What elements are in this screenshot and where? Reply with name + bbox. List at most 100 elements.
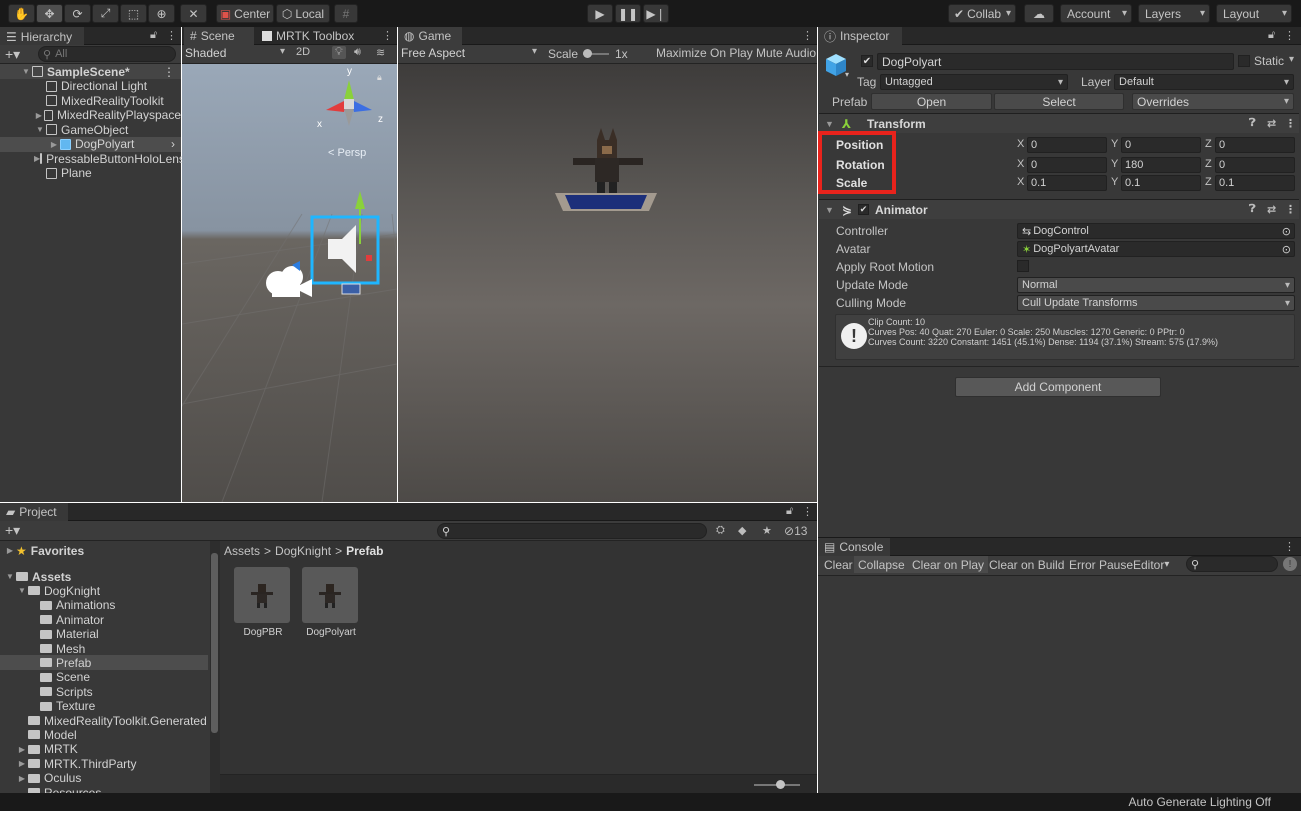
prefab-overrides-dropdown[interactable]: Overrides bbox=[1132, 93, 1294, 110]
scale-x-field[interactable]: 0.1 bbox=[1027, 175, 1107, 191]
rotation-x-axis-label[interactable]: X bbox=[1017, 158, 1024, 170]
project-tree-item[interactable]: ▶ ★ Favorites bbox=[0, 543, 208, 558]
console-clear-on-play-button[interactable]: Clear on Play bbox=[908, 556, 989, 573]
position-x-axis-label[interactable]: X bbox=[1017, 138, 1024, 150]
scale-z-axis-label[interactable]: Z bbox=[1205, 176, 1212, 188]
project-tree-item[interactable]: Animations bbox=[0, 598, 208, 613]
console-clear-button[interactable]: Clear bbox=[820, 556, 857, 573]
scene-viewport[interactable]: y x z 🔒︎ < Persp bbox=[182, 64, 397, 502]
hierarchy-item[interactable]: MixedRealityToolkit bbox=[0, 93, 181, 108]
account-dropdown[interactable]: Account bbox=[1060, 4, 1132, 23]
console-search-input[interactable]: ⚲ bbox=[1186, 556, 1278, 572]
layers-dropdown[interactable]: Layers bbox=[1138, 4, 1210, 23]
maximize-on-play-toggle[interactable]: Maximize On Play bbox=[656, 46, 753, 60]
error-info-icon[interactable]: ! bbox=[1283, 557, 1297, 571]
project-tree-item[interactable]: ▼ DogKnight bbox=[0, 583, 208, 598]
move-tool-button[interactable]: ✥ bbox=[36, 4, 63, 23]
kebab-menu-icon[interactable]: ⋮ bbox=[802, 505, 813, 518]
pause-button[interactable]: ❚❚ bbox=[615, 4, 641, 23]
scale-z-field[interactable]: 0.1 bbox=[1215, 175, 1295, 191]
label-icon[interactable]: ◆ bbox=[738, 524, 746, 537]
static-checkbox[interactable] bbox=[1238, 55, 1250, 67]
hidden-packages-toggle[interactable]: ⊘13 bbox=[784, 524, 807, 538]
console-error-pause-button[interactable]: Error Pause bbox=[1065, 556, 1137, 573]
space-local-button[interactable]: ⬡ Local bbox=[276, 4, 330, 23]
shading-dropdown[interactable]: Shaded bbox=[185, 46, 289, 62]
hierarchy-item[interactable]: ▼ SampleScene* ⋮ bbox=[0, 64, 181, 79]
object-picker-icon[interactable]: ⊙ bbox=[1282, 243, 1291, 256]
play-button[interactable]: ▶ bbox=[587, 4, 613, 23]
layer-dropdown[interactable]: Default bbox=[1114, 74, 1294, 90]
console-editor-button[interactable]: Editor ▾ bbox=[1129, 556, 1173, 573]
transform-tool-button[interactable]: ⊕ bbox=[148, 4, 175, 23]
effects-icon[interactable]: ≋ bbox=[376, 46, 385, 59]
scale-x-axis-label[interactable]: X bbox=[1017, 176, 1024, 188]
tab-game[interactable]: ◍ Game bbox=[398, 27, 462, 45]
tag-dropdown[interactable]: Untagged bbox=[880, 74, 1068, 90]
project-tree-item[interactable]: Material bbox=[0, 627, 208, 642]
rotation-y-axis-label[interactable]: Y bbox=[1111, 158, 1118, 170]
active-checkbox[interactable]: ✔ bbox=[861, 55, 873, 67]
tab-project[interactable]: ▰ Project bbox=[0, 503, 68, 521]
tree-arrow-icon[interactable]: ▶ bbox=[16, 774, 28, 783]
scale-slider-thumb[interactable] bbox=[583, 49, 592, 58]
kebab-menu-icon[interactable]: ⋮ bbox=[1284, 29, 1295, 42]
preset-icon[interactable]: ⇄ bbox=[1267, 203, 1276, 216]
static-dropdown[interactable]: Static bbox=[1254, 54, 1298, 70]
hand-tool-button[interactable]: ✋ bbox=[8, 4, 35, 23]
project-tree-item[interactable]: Scripts bbox=[0, 684, 208, 699]
controller-field[interactable]: ⇆ DogControl ⊙ bbox=[1017, 223, 1295, 239]
tab-inspector[interactable]: ⓘ Inspector bbox=[818, 27, 902, 45]
prefab-select-button[interactable]: Select bbox=[994, 93, 1124, 110]
breadcrumb-item[interactable]: DogKnight bbox=[275, 544, 331, 558]
rotation-z-field[interactable]: 0 bbox=[1215, 157, 1295, 173]
rotate-tool-button[interactable]: ⟳ bbox=[64, 4, 91, 23]
project-tree-item[interactable]: Animator bbox=[0, 612, 208, 627]
scale-y-axis-label[interactable]: Y bbox=[1111, 176, 1118, 188]
hierarchy-search-input[interactable]: ⚲ All bbox=[38, 46, 176, 62]
chevron-right-icon[interactable]: › bbox=[171, 137, 175, 151]
hierarchy-item[interactable]: ▶ MixedRealityPlayspace bbox=[0, 108, 181, 123]
lighting-icon[interactable]: 💡︎ bbox=[332, 46, 346, 59]
help-icon[interactable]: ❓︎ bbox=[1249, 117, 1256, 130]
scene-gizmo[interactable] bbox=[314, 68, 384, 138]
rotation-y-field[interactable]: 180 bbox=[1121, 157, 1201, 173]
tab-console[interactable]: ▤ Console bbox=[818, 538, 890, 556]
collapse-arrow-icon[interactable]: ▶ bbox=[34, 111, 44, 120]
update-mode-dropdown[interactable]: Normal bbox=[1017, 277, 1295, 293]
icon-size-slider[interactable] bbox=[754, 780, 800, 789]
filter-type-icon[interactable]: ⛭ bbox=[716, 524, 725, 537]
mode-2d-toggle[interactable]: 2D bbox=[296, 46, 310, 58]
audio-icon[interactable]: 🔊︎ bbox=[354, 46, 361, 59]
expand-arrow-icon[interactable]: ▼ bbox=[20, 67, 32, 76]
project-search-input[interactable]: ⚲ bbox=[437, 523, 707, 539]
prefab-open-button[interactable]: Open bbox=[871, 93, 992, 110]
breadcrumb-item[interactable]: Assets bbox=[224, 544, 260, 558]
avatar-field[interactable]: ✶ DogPolyartAvatar ⊙ bbox=[1017, 241, 1295, 257]
preset-icon[interactable]: ⇄ bbox=[1267, 117, 1276, 130]
project-tree-item[interactable]: Model bbox=[0, 727, 208, 742]
tree-arrow-icon[interactable]: ▶ bbox=[16, 745, 28, 754]
tree-arrow-icon[interactable]: ▶ bbox=[4, 546, 16, 555]
position-x-field[interactable]: 0 bbox=[1027, 137, 1107, 153]
project-tree-item[interactable]: ▼ Assets bbox=[0, 569, 208, 584]
kebab-menu-icon[interactable]: ⋮ bbox=[802, 29, 813, 42]
breadcrumb-item[interactable]: Prefab bbox=[346, 544, 383, 558]
animator-header[interactable]: ▼ ⋟ ✔ Animator ❓︎ ⇄ ⋮ bbox=[819, 199, 1299, 219]
mute-audio-toggle[interactable]: Mute Audio bbox=[756, 46, 816, 60]
game-viewport[interactable] bbox=[398, 64, 817, 502]
project-tree-item[interactable]: ▶ MRTK.ThirdParty bbox=[0, 756, 208, 771]
expand-arrow-icon[interactable]: ▼ bbox=[34, 125, 46, 134]
rotation-z-axis-label[interactable]: Z bbox=[1205, 158, 1212, 170]
lock-icon[interactable]: 🔓︎ bbox=[786, 505, 793, 518]
help-icon[interactable]: ❓︎ bbox=[1249, 203, 1256, 216]
add-dropdown-icon[interactable]: +▾ bbox=[5, 46, 20, 63]
project-tree-item[interactable]: Prefab bbox=[0, 655, 208, 671]
custom-tool-button[interactable]: ✕ bbox=[180, 4, 207, 23]
scale-slider[interactable] bbox=[583, 49, 609, 58]
object-name-field[interactable]: DogPolyart bbox=[877, 53, 1234, 70]
collapse-arrow-icon[interactable]: ▶ bbox=[48, 140, 60, 149]
asset-item[interactable]: DogPolyart bbox=[302, 567, 360, 638]
project-tree-item[interactable]: ▶ Oculus bbox=[0, 771, 208, 786]
hierarchy-item[interactable]: Plane bbox=[0, 166, 181, 181]
